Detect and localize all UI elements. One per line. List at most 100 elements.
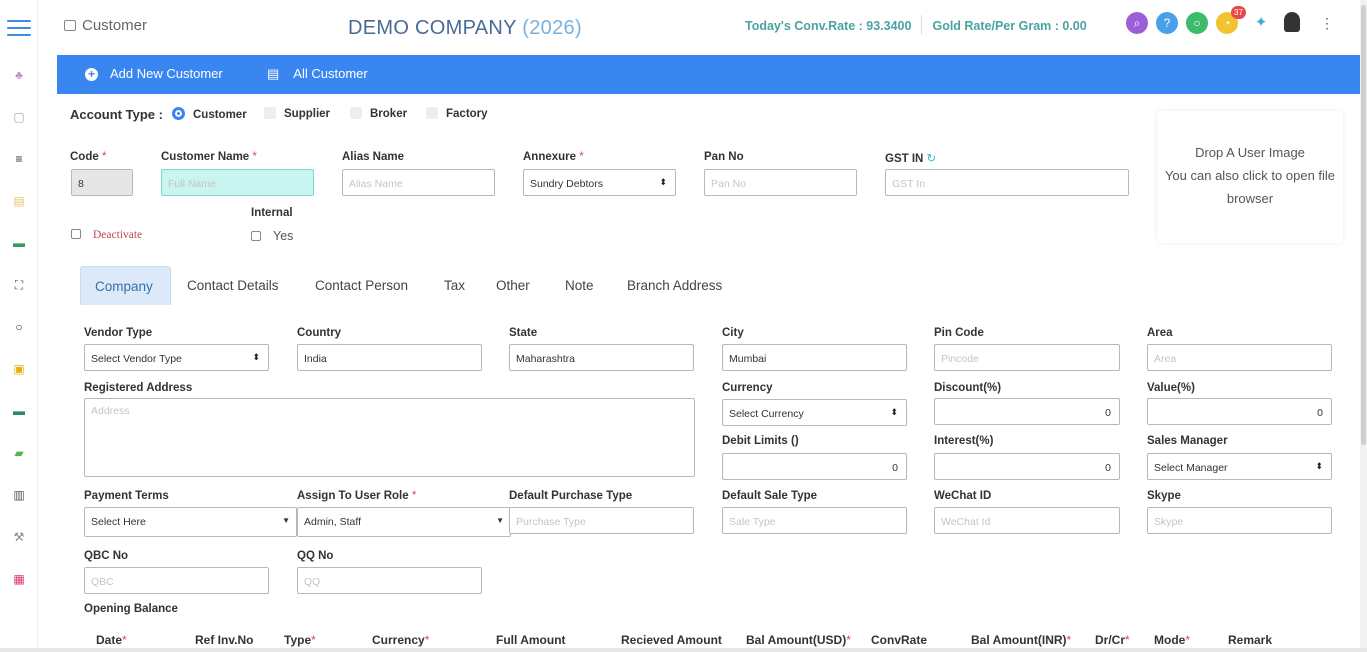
more-vert-icon[interactable]: ⋮ [1316, 12, 1338, 34]
radio-broker[interactable]: Broker [350, 107, 407, 120]
radio-unselected-icon [426, 107, 438, 119]
tab-tax[interactable]: Tax [430, 266, 479, 305]
col-bal-inr: Bal Amount(INR)* [971, 633, 1071, 647]
hamburger-menu-icon[interactable] [7, 20, 31, 38]
expand-icon[interactable]: ⛶ [11, 278, 27, 292]
area-input[interactable]: Area [1147, 344, 1332, 371]
internal-yes-label: Yes [273, 229, 294, 243]
tab-contact-details[interactable]: Contact Details [173, 266, 293, 305]
list-icon[interactable]: ≡ [11, 152, 27, 166]
avatar[interactable] [1284, 12, 1300, 32]
caret-down-icon: ▼ [496, 516, 504, 525]
city-input[interactable]: Mumbai [722, 344, 907, 371]
dropzone-line2: You can also click to open file [1164, 168, 1336, 183]
refresh-icon[interactable]: ↻ [927, 153, 937, 165]
store-icon[interactable]: ▬ [11, 236, 27, 250]
sparkle-icon[interactable]: ✦ [1250, 12, 1272, 34]
reg-address-textarea[interactable]: Address [84, 398, 695, 477]
chart-icon[interactable]: ▥ [11, 488, 27, 502]
scrollbar-thumb[interactable] [1361, 5, 1366, 445]
rates: Today's Conv.Rate : 93.3400 Gold Rate/Per… [745, 15, 1087, 35]
checkbox-icon [251, 231, 261, 241]
tab-other[interactable]: Other [482, 266, 544, 305]
radio-factory[interactable]: Factory [426, 107, 488, 120]
pin-input[interactable]: Pincode [934, 344, 1120, 371]
def-sale-input[interactable]: Sale Type [722, 507, 907, 534]
user-role-label-text: Assign To User Role [297, 490, 409, 502]
page-scrollbar[interactable] [1360, 0, 1367, 652]
select-arrows-icon: ⬍ [890, 407, 898, 417]
tab-contact-person[interactable]: Contact Person [301, 266, 422, 305]
code-field[interactable]: 8 [71, 169, 133, 196]
deactivate-checkbox[interactable]: Deactivate [71, 229, 142, 241]
col-ref-inv-label: Ref Inv.No [195, 633, 254, 647]
state-input[interactable]: Maharashtra [509, 344, 694, 371]
search-icon[interactable]: ⌕ [1126, 12, 1148, 34]
tools-icon[interactable]: ⚒ [11, 530, 27, 544]
vendor-type-value: Select Vendor Type [91, 353, 182, 365]
dropzone-line1: Drop A User Image [1195, 145, 1305, 160]
radio-supplier-label: Supplier [284, 108, 331, 120]
truck-icon[interactable]: ▰ [11, 446, 27, 460]
payment-terms-value: Select Here [91, 516, 146, 528]
col-bal-usd: Bal Amount(USD)* [746, 633, 851, 647]
customer-name-input[interactable]: Full Name [161, 169, 314, 196]
required-mark: * [846, 633, 851, 647]
ticket-icon[interactable]: ▣ [11, 362, 27, 376]
debit-input[interactable]: 0 [722, 453, 907, 480]
col-drcr: Dr/Cr* [1095, 633, 1130, 647]
qq-input[interactable]: QQ [297, 567, 482, 594]
vendor-type-select[interactable]: Select Vendor Type ⬍ [84, 344, 269, 371]
discount-input[interactable]: 0 [934, 398, 1120, 425]
qq-label: QQ No [297, 550, 334, 562]
currency-select[interactable]: Select Currency ⬍ [722, 399, 907, 426]
payment-terms-select[interactable]: Select Here ▼ [84, 507, 297, 537]
folder-icon[interactable]: ▤ [11, 194, 27, 208]
internal-checkbox[interactable]: Yes [251, 229, 293, 243]
gst-input[interactable]: GST In [885, 169, 1129, 196]
radio-customer[interactable]: Customer [172, 107, 247, 121]
alias-input[interactable]: Alias Name [342, 169, 495, 196]
col-date-label: Date [96, 633, 123, 647]
shop-icon[interactable]: ▬ [11, 404, 27, 418]
top-bar: Customer DEMO COMPANY (2026) Today's Con… [38, 0, 1367, 55]
clipboard-icon[interactable]: ▢ [11, 110, 27, 124]
apps-icon[interactable]: ▦ [11, 572, 27, 586]
skype-input[interactable]: Skype [1147, 507, 1332, 534]
interest-label: Interest(%) [934, 435, 994, 447]
annexure-label-text: Annexure [523, 151, 577, 163]
pan-input[interactable]: Pan No [704, 169, 857, 196]
notification-badge: 37 [1231, 6, 1246, 19]
pin-label: Pin Code [934, 327, 984, 339]
user-role-select[interactable]: Admin, Staff ▼ [297, 507, 511, 537]
radio-selected-icon [172, 107, 185, 120]
chat-icon[interactable]: ○ [1186, 12, 1208, 34]
breadcrumb: Customer [64, 17, 147, 34]
qbc-input[interactable]: QBC [84, 567, 269, 594]
tab-note[interactable]: Note [551, 266, 608, 305]
gst-label-text: GST IN [885, 153, 924, 165]
country-input[interactable]: India [297, 344, 482, 371]
image-dropzone[interactable]: Drop A User Image You can also click to … [1157, 111, 1343, 243]
all-customer-tab[interactable]: ▤ All Customer [267, 66, 368, 82]
tab-branch-address[interactable]: Branch Address [613, 266, 736, 305]
area-label: Area [1147, 327, 1173, 339]
help-icon[interactable]: ? [1156, 12, 1178, 34]
gear-icon[interactable]: ○ [11, 320, 27, 334]
def-sale-label: Default Sale Type [722, 490, 818, 502]
pan-label: Pan No [704, 151, 744, 163]
tab-company[interactable]: Company [80, 266, 171, 305]
users-icon[interactable]: ♣ [11, 68, 27, 82]
wechat-input[interactable]: WeChat Id [934, 507, 1120, 534]
interest-input[interactable]: 0 [934, 453, 1120, 480]
radio-supplier[interactable]: Supplier [264, 107, 330, 120]
currency-label: Currency [722, 382, 773, 394]
def-purchase-input[interactable]: Purchase Type [509, 507, 694, 534]
add-new-customer-tab[interactable]: + Add New Customer [85, 66, 223, 81]
account-type-label: Account Type : [70, 107, 163, 122]
company-name: DEMO COMPANY [348, 17, 517, 39]
annexure-select[interactable]: Sundry Debtors ⬍ [523, 169, 676, 196]
sales-manager-select[interactable]: Select Manager ⬍ [1147, 453, 1332, 480]
value-input[interactable]: 0 [1147, 398, 1332, 425]
action-bar: + Add New Customer ▤ All Customer [57, 55, 1360, 94]
